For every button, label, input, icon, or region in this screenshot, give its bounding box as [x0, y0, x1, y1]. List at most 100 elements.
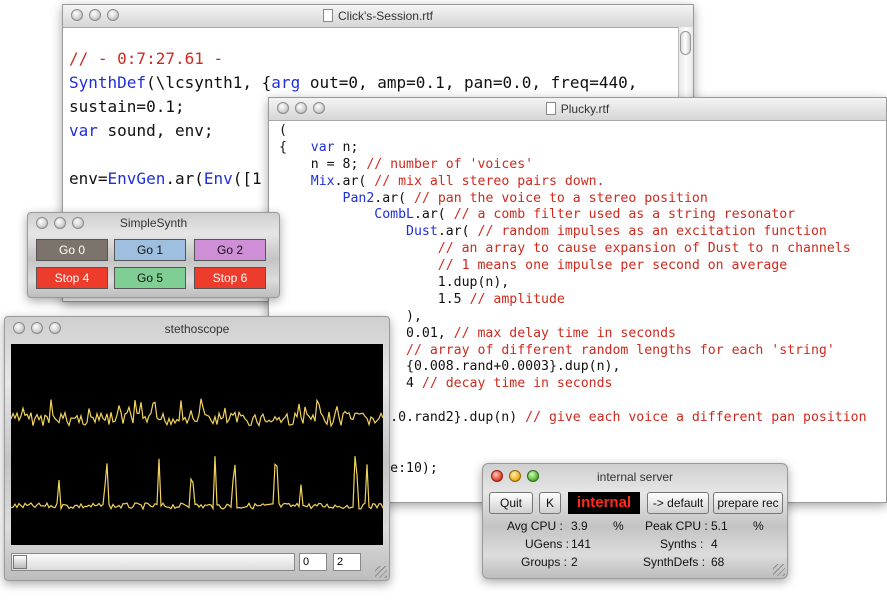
window-title: SimpleSynth: [119, 216, 188, 230]
code-token: arg: [271, 73, 301, 92]
simplesynth-titlebar[interactable]: SimpleSynth: [28, 213, 279, 233]
document-icon: [323, 9, 333, 22]
synth-button-go-0[interactable]: Go 0: [36, 239, 108, 261]
scope-slider[interactable]: [11, 553, 295, 571]
code-token: n;: [334, 139, 359, 155]
code-token: // decay time in seconds: [421, 376, 613, 392]
quit-button[interactable]: Quit: [489, 492, 533, 514]
synthdefs-value: 68: [711, 555, 725, 569]
window-title: Plucky.rtf: [560, 102, 610, 116]
code-token: n = 8;: [279, 156, 367, 172]
kill-button[interactable]: K: [539, 492, 561, 514]
stethoscope-titlebar[interactable]: stethoscope: [5, 317, 389, 339]
ugens-value: 141: [571, 537, 592, 551]
code-token: Pan2: [342, 190, 375, 206]
resize-grip[interactable]: [375, 566, 387, 578]
code-token: // pan the voice to a stereo position: [414, 190, 708, 206]
document-icon: [545, 102, 556, 115]
code-token: ([1: [232, 169, 262, 188]
code-token: 1.dup(n),: [279, 275, 510, 291]
synth-button-stop-4[interactable]: Stop 4: [36, 267, 108, 289]
code-token: EnvGen: [107, 169, 166, 188]
groups-value: 2: [571, 555, 578, 569]
code-token: (: [279, 123, 287, 138]
code-token: // number of 'voices': [366, 156, 534, 172]
groups-label: Groups :: [521, 555, 568, 569]
code-token: .ar(: [165, 169, 204, 188]
code-token: sound, env;: [97, 121, 214, 140]
avg-cpu-unit: %: [613, 519, 624, 533]
window-title: stethoscope: [164, 322, 230, 336]
synth-button-stop-6[interactable]: Stop 6: [194, 267, 266, 289]
synths-value: 4: [711, 537, 718, 551]
server-name-label: internal: [568, 492, 640, 514]
avg-cpu-label: Avg CPU :: [507, 519, 563, 533]
code-token: // 1 means one impulse per second on ave…: [437, 258, 788, 274]
code-token: // max delay time in seconds: [453, 325, 676, 341]
code-token: // an array to cause expansion of Dust t…: [437, 241, 851, 257]
code-token: // random impulses as an excitation func…: [477, 224, 827, 240]
scroll-thumb[interactable]: [680, 31, 691, 55]
code-line: SynthDef(\lcsynth1, {arg out=0, amp=0.1,…: [69, 71, 637, 95]
code-token: env=: [69, 169, 108, 188]
code-token: Env: [203, 169, 233, 188]
slider-knob[interactable]: [13, 555, 27, 569]
peak-cpu-unit: %: [753, 519, 764, 533]
channel-count-field[interactable]: 2: [333, 553, 361, 571]
code-line: Mix.ar( // mix all stereo pairs down.: [279, 174, 867, 191]
simplesynth-window: SimpleSynth Go 0 Go 1 Go 2 Stop 4 Go 5 Stop 6: [27, 212, 280, 298]
code-token: // mix all stereo pairs down.: [374, 173, 605, 189]
code-line: // 1 means one impulse per second on ave…: [279, 258, 867, 275]
code-token: // array of different random lengths for…: [406, 342, 835, 358]
code-line: // - 0:7:27.61 -: [69, 47, 637, 71]
resize-grip[interactable]: [773, 564, 785, 576]
prepare-rec-button[interactable]: prepare rec: [713, 492, 783, 514]
code-token: Dust: [406, 224, 438, 240]
synth-button-go-1[interactable]: Go 1: [114, 239, 186, 261]
synth-button-go-5[interactable]: Go 5: [114, 267, 186, 289]
window-title: Click's-Session.rtf: [338, 9, 433, 23]
code-token: 1.5: [279, 291, 470, 307]
code-token: out=0, amp=0.1, pan=0.0, freq=440,: [300, 73, 638, 92]
channel-offset-field[interactable]: 0: [299, 553, 327, 571]
synth-button-go-2[interactable]: Go 2: [194, 239, 266, 261]
code-token: SynthDef: [69, 73, 147, 92]
internal-server-window: internal server Quit K internal -> defau…: [482, 463, 788, 579]
code-token: CombL: [374, 207, 414, 223]
code-token: sustain=0.1;: [69, 97, 185, 116]
code-token: .ar(: [437, 224, 478, 240]
code-token: // amplitude: [469, 291, 565, 307]
session-titlebar[interactable]: Click's-Session.rtf: [63, 5, 693, 28]
server-titlebar[interactable]: internal server: [483, 464, 787, 486]
code-token: var: [310, 139, 335, 155]
code-line: CombL.ar( // a comb filter used as a str…: [279, 207, 867, 224]
ugens-label: UGens :: [525, 537, 570, 551]
code-line: 1.5 // amplitude: [279, 292, 867, 309]
peak-cpu-label: Peak CPU :: [645, 519, 708, 533]
stethoscope-window: stethoscope 0 2: [4, 316, 390, 581]
code-token: (\lcsynth1, {: [146, 73, 272, 92]
plucky-titlebar[interactable]: Plucky.rtf: [269, 98, 886, 121]
code-token: .ar(: [374, 190, 414, 206]
code-token: // - 0:7:27.61 -: [69, 49, 224, 68]
code-line: n = 8; // number of 'voices': [279, 157, 867, 174]
scope-display: [11, 344, 383, 545]
code-token: {: [279, 139, 311, 155]
default-server-button[interactable]: -> default: [647, 492, 709, 514]
avg-cpu-value: 3.9: [571, 519, 588, 533]
synthdefs-label: SynthDefs :: [643, 555, 706, 569]
code-token: .ar(: [334, 173, 375, 189]
window-title: internal server: [596, 470, 674, 484]
code-token: var: [69, 121, 98, 140]
code-line: 1.dup(n),: [279, 275, 867, 292]
code-line: { var n;: [279, 140, 867, 157]
code-token: // give each voice a different pan posit…: [525, 410, 867, 426]
code-token: // a comb filter used as a string resona…: [453, 207, 796, 223]
code-line: (: [279, 123, 867, 140]
